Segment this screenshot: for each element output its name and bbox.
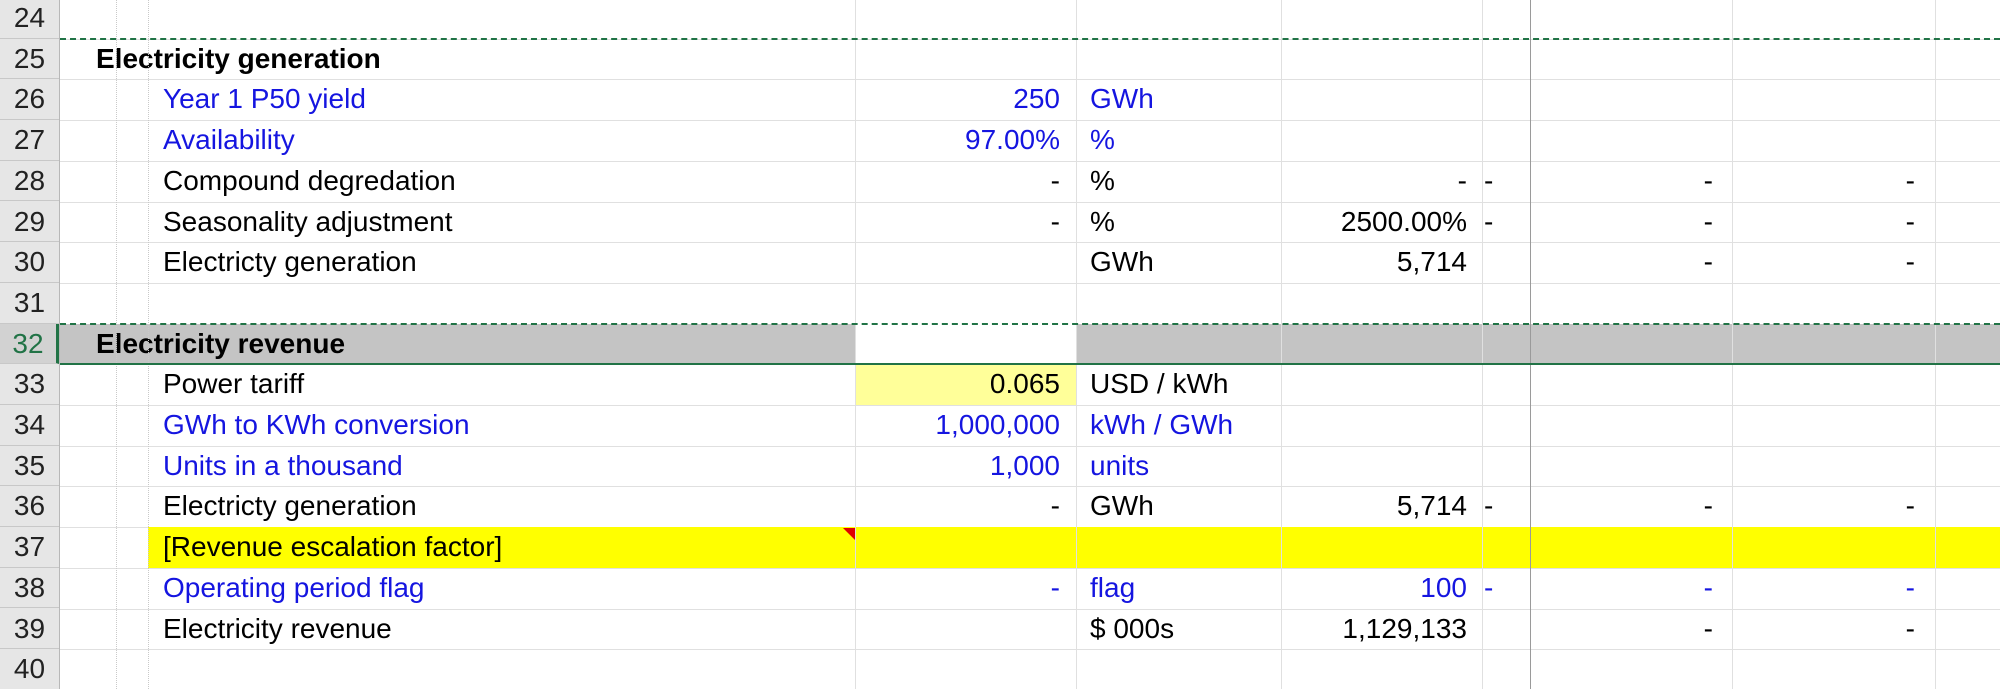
- cell-value[interactable]: 250: [855, 79, 1060, 120]
- cell-unit[interactable]: $ 000s: [1090, 609, 1270, 650]
- cell-p3[interactable]: -: [1903, 568, 1915, 609]
- cell-p2[interactable]: -: [1700, 202, 1713, 243]
- cell-label[interactable]: Availability: [163, 120, 843, 161]
- column-gridline: [148, 0, 150, 689]
- spreadsheet-grid[interactable]: 24 25 26 27 28 29 30 31 32 33 34 35 36 37 38 39 40 Elect…: [0, 0, 2000, 689]
- cell-p3[interactable]: -: [1903, 161, 1915, 202]
- cell-unit[interactable]: kWh / GWh: [1090, 405, 1270, 446]
- row-number[interactable]: 24: [0, 0, 59, 39]
- cell-total[interactable]: -: [1280, 161, 1467, 202]
- cell-p2[interactable]: -: [1700, 161, 1713, 202]
- row-number[interactable]: 36: [0, 486, 59, 528]
- cell-label[interactable]: Power tariff: [163, 364, 843, 405]
- selected-row-border: [60, 363, 2000, 366]
- cell-value[interactable]: -: [855, 486, 1060, 527]
- cell-p3[interactable]: -: [1903, 242, 1915, 283]
- cell-section[interactable]: Electricity revenue: [96, 324, 696, 365]
- cell-unit[interactable]: units: [1090, 446, 1270, 487]
- cell-label[interactable]: [Revenue escalation factor]: [163, 527, 843, 568]
- cell-p1[interactable]: -: [1484, 568, 1514, 609]
- row-number[interactable]: 39: [0, 609, 59, 650]
- cell-total[interactable]: 100: [1280, 568, 1467, 609]
- cell-total[interactable]: 1,129,133: [1280, 609, 1467, 650]
- cell-total[interactable]: 2500.00%: [1280, 202, 1467, 243]
- row-header-column[interactable]: 24 25 26 27 28 29 30 31 32 33 34 35 36 37 38 39 40: [0, 0, 60, 689]
- row-number[interactable]: 34: [0, 405, 59, 446]
- cell-value[interactable]: -: [855, 202, 1060, 243]
- row-number[interactable]: 33: [0, 364, 59, 405]
- row-number[interactable]: 38: [0, 568, 59, 609]
- column-gridline: [1732, 0, 1733, 689]
- cell-unit[interactable]: GWh: [1090, 79, 1270, 120]
- cell-unit[interactable]: GWh: [1090, 486, 1270, 527]
- cell-label[interactable]: Units in a thousand: [163, 446, 843, 487]
- cell-unit[interactable]: %: [1090, 161, 1270, 202]
- row-gridline: [60, 282, 2000, 284]
- row-number[interactable]: 26: [0, 79, 59, 121]
- column-gridline: [1935, 0, 1936, 689]
- column-gridline: [855, 0, 856, 689]
- copy-marquee-border: [60, 322, 2000, 325]
- row-number[interactable]: 31: [0, 283, 59, 324]
- cell-total[interactable]: 5,714: [1280, 242, 1467, 283]
- cell-p2[interactable]: -: [1700, 568, 1713, 609]
- row-number[interactable]: 27: [0, 120, 59, 161]
- comment-indicator-icon[interactable]: [843, 528, 855, 541]
- column-gridline: [1281, 0, 1282, 689]
- cell-label[interactable]: GWh to KWh conversion: [163, 405, 843, 446]
- row-number[interactable]: 32: [0, 323, 59, 365]
- cell-unit[interactable]: %: [1090, 120, 1270, 161]
- row-gridline: [60, 649, 2000, 651]
- row-number[interactable]: 40: [0, 649, 59, 689]
- row-number[interactable]: 25: [0, 39, 59, 80]
- cell-p3[interactable]: -: [1903, 486, 1915, 527]
- cell-label[interactable]: Electricty generation: [163, 486, 843, 527]
- cell-p1[interactable]: -: [1484, 202, 1514, 243]
- row-number[interactable]: 37: [0, 527, 59, 568]
- column-gridline: [1482, 0, 1483, 689]
- cell-label[interactable]: Electricity revenue: [163, 609, 843, 650]
- column-gridline: [116, 0, 118, 689]
- cell-p2[interactable]: -: [1700, 486, 1713, 527]
- cell-p3[interactable]: -: [1903, 202, 1915, 243]
- cell-value[interactable]: 0.065: [855, 364, 1060, 405]
- cell-total[interactable]: 5,714: [1280, 486, 1467, 527]
- cell-unit[interactable]: USD / kWh: [1090, 364, 1270, 405]
- cell-value[interactable]: 1,000,000: [855, 405, 1060, 446]
- cell-p3[interactable]: -: [1903, 609, 1915, 650]
- cell-p1[interactable]: -: [1484, 161, 1514, 202]
- cell-section[interactable]: Electricity generation: [96, 39, 696, 80]
- column-gridline: [1076, 0, 1077, 689]
- row-number[interactable]: 30: [0, 242, 59, 283]
- white-cell-gap: [855, 323, 1076, 365]
- column-gridline: [1530, 0, 1531, 689]
- cell-label[interactable]: Seasonality adjustment: [163, 202, 843, 243]
- cell-label[interactable]: Compound degredation: [163, 161, 843, 202]
- copy-marquee-border: [60, 37, 2000, 40]
- cell-unit[interactable]: GWh: [1090, 242, 1270, 283]
- row-number[interactable]: 28: [0, 161, 59, 202]
- cell-label[interactable]: Electricty generation: [163, 242, 843, 283]
- cell-unit[interactable]: flag: [1090, 568, 1270, 609]
- cell-p1[interactable]: -: [1484, 486, 1514, 527]
- cell-value[interactable]: 1,000: [855, 446, 1060, 487]
- row-number[interactable]: 29: [0, 202, 59, 243]
- cell-value[interactable]: -: [855, 568, 1060, 609]
- cell-value[interactable]: 97.00%: [855, 120, 1060, 161]
- cell-label[interactable]: Operating period flag: [163, 568, 843, 609]
- row-number[interactable]: 35: [0, 446, 59, 487]
- cell-value[interactable]: -: [855, 161, 1060, 202]
- cell-p2[interactable]: -: [1700, 609, 1713, 650]
- cell-p2[interactable]: -: [1700, 242, 1713, 283]
- cell-unit[interactable]: %: [1090, 202, 1270, 243]
- cell-label[interactable]: Year 1 P50 yield: [163, 79, 843, 120]
